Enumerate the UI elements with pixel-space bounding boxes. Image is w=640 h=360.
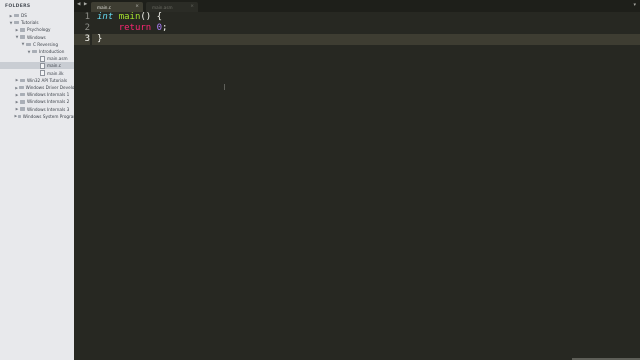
folder-icon	[20, 35, 25, 39]
file-icon	[40, 70, 45, 77]
code-line[interactable]: }	[97, 34, 102, 45]
code-line[interactable]: int main() {	[97, 12, 162, 23]
tree-file-item[interactable]: main.asm	[0, 55, 74, 62]
tree-item-label: Windows Internals 1	[27, 92, 70, 98]
folder-icon	[20, 107, 25, 111]
tree-file-item[interactable]: main.ilk	[0, 70, 74, 77]
tree-item-label: Introduction	[39, 49, 65, 54]
close-icon[interactable]: ×	[135, 4, 139, 9]
tab-label: main.asm	[152, 4, 173, 10]
line-number-gutter: 123	[74, 12, 92, 360]
file-icon	[40, 62, 45, 69]
tree-item-label: Windows Internals 2	[27, 99, 70, 105]
tab-main-asm[interactable]: main.asm ×	[146, 2, 198, 12]
file-icon	[40, 55, 45, 62]
code-token: }	[97, 34, 103, 44]
line-number: 2	[84, 23, 90, 33]
folders-title: FOLDERS	[5, 4, 31, 9]
mouse-cursor	[224, 84, 225, 90]
sidebar: FOLDERS ▶ DS ▼ Tutorials ▶ Psychology ▼ Windows…	[0, 0, 74, 360]
tree-item-label: main.ilk	[47, 70, 64, 76]
active-line-highlight	[92, 34, 640, 45]
tree-item-label: main.asm	[47, 56, 68, 62]
tree-folder-item[interactable]: ▼ Windows	[0, 34, 74, 41]
tree-folder-item[interactable]: ▶ DS	[0, 12, 74, 19]
tree-folder-item[interactable]: ▶ Psychology	[0, 26, 74, 33]
folder-icon	[32, 49, 37, 54]
folder-icon	[20, 100, 25, 104]
code-line[interactable]: return 0;	[97, 23, 168, 34]
tree-item-label: Psychology	[27, 27, 51, 33]
folder-icon	[19, 85, 24, 90]
tab-label: main.c	[97, 4, 112, 10]
tree-folder-item[interactable]: ▼ C Reversing	[0, 41, 74, 48]
folder-icon	[17, 114, 21, 119]
code-token: int	[97, 12, 114, 22]
tree-item-label: Windows Driver Development	[25, 85, 74, 90]
tree-item-label: Windows	[27, 34, 46, 40]
tree-item-label: Windows Internals 3	[27, 106, 70, 112]
line-number: 3	[74, 34, 90, 45]
tree-folder-item[interactable]: ▶ Windows Internals 2	[0, 98, 74, 105]
tab-main-c[interactable]: main.c ×	[91, 2, 143, 12]
tree-file-item[interactable]: main.c	[0, 62, 74, 70]
tree-item-label: Tutorials	[21, 20, 39, 26]
code-token: return	[118, 23, 152, 33]
folder-icon	[20, 28, 25, 32]
tree-folder-item[interactable]: ▶Windows System Programming	[0, 113, 74, 120]
tree-folder-item[interactable]: ▶ Windows Internals 1	[0, 91, 74, 98]
tree-folder-item[interactable]: ▶Windows Driver Development	[0, 84, 74, 91]
folder-icon	[20, 92, 25, 97]
tree-item-label: C Reversing	[33, 41, 58, 47]
close-icon[interactable]: ×	[190, 4, 194, 9]
folder-icon	[20, 78, 25, 83]
folder-icon	[14, 20, 19, 25]
line-number: 1	[84, 12, 90, 22]
tree-folder-item[interactable]: ▶ Win32 API Tutorials	[0, 77, 74, 84]
tab-bar: ◀ ▶ main.c × main.asm × ▾	[74, 0, 640, 12]
tab-nav-arrows[interactable]: ◀ ▶	[77, 2, 88, 7]
tree-folder-item[interactable]: ▼ Tutorials	[0, 19, 74, 26]
editor-pane[interactable]: ◀ ▶ main.c × main.asm × ▾ 123 int main()…	[74, 0, 640, 360]
tree-item-label: DS	[21, 13, 27, 18]
tree-item-label: Win32 API Tutorials	[27, 77, 68, 83]
code-token: ;	[162, 23, 168, 33]
code-token: main	[118, 12, 141, 22]
code-token: () {	[140, 12, 163, 22]
folder-icon	[14, 13, 19, 18]
tree-folder-item[interactable]: ▼ Introduction	[0, 48, 74, 55]
folder-icon	[26, 42, 31, 47]
tree-item-label: Windows System Programming	[22, 113, 74, 119]
tab-dropdown-icon[interactable]: ▾	[633, 2, 636, 8]
tree-folder-item[interactable]: ▶ Windows Internals 3	[0, 106, 74, 113]
tree-item-label: main.c	[47, 63, 62, 69]
